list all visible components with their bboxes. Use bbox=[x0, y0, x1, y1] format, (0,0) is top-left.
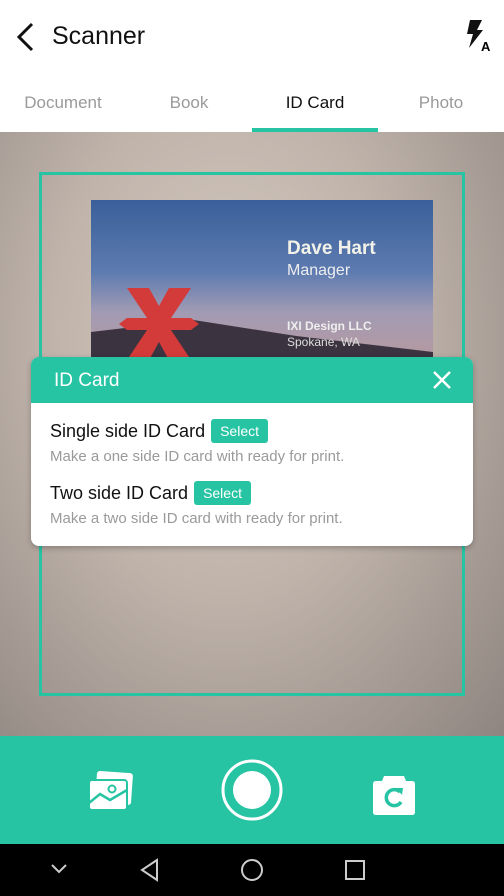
option-single-side: Single side ID Card Select Make a one sid… bbox=[50, 419, 344, 465]
option-title: Single side ID Card bbox=[50, 420, 206, 441]
select-two-side-button[interactable]: Select bbox=[194, 481, 251, 505]
option-description: Make a two side ID card with ready for p… bbox=[50, 510, 343, 527]
tab-photo[interactable]: Photo bbox=[378, 76, 504, 132]
id-card-dialog: ID Card Single side ID Card Select Make a… bbox=[31, 357, 473, 546]
svg-text:A: A bbox=[481, 39, 491, 54]
system-nav-bar bbox=[0, 844, 504, 896]
switch-camera-icon[interactable] bbox=[372, 774, 416, 816]
option-description: Make a one side ID card with ready for p… bbox=[50, 448, 345, 465]
nav-back-icon[interactable] bbox=[139, 858, 161, 882]
dialog-title: ID Card bbox=[54, 370, 120, 391]
page-title: Scanner bbox=[52, 22, 146, 50]
option-title: Two side ID Card bbox=[50, 482, 189, 503]
shutter-button[interactable] bbox=[221, 759, 283, 821]
gallery-icon[interactable] bbox=[88, 770, 134, 812]
select-single-side-button[interactable]: Select bbox=[211, 419, 268, 443]
tab-book[interactable]: Book bbox=[126, 76, 252, 132]
scan-mode-tabs: Document Book ID Card Photo bbox=[0, 76, 504, 132]
nav-recents-icon[interactable] bbox=[344, 859, 366, 881]
dialog-header: ID Card bbox=[31, 357, 473, 403]
close-icon[interactable] bbox=[431, 369, 453, 391]
app-bar: Scanner A bbox=[0, 0, 504, 76]
camera-controls bbox=[0, 736, 504, 844]
tab-document[interactable]: Document bbox=[0, 76, 126, 132]
back-icon[interactable] bbox=[12, 20, 42, 54]
nav-home-icon[interactable] bbox=[240, 858, 264, 882]
nav-hide-icon[interactable] bbox=[50, 862, 68, 876]
tab-id-card[interactable]: ID Card bbox=[252, 76, 378, 132]
option-two-side: Two side ID Card Select Make a two side I… bbox=[50, 481, 343, 527]
flash-auto-icon[interactable]: A bbox=[460, 18, 494, 54]
